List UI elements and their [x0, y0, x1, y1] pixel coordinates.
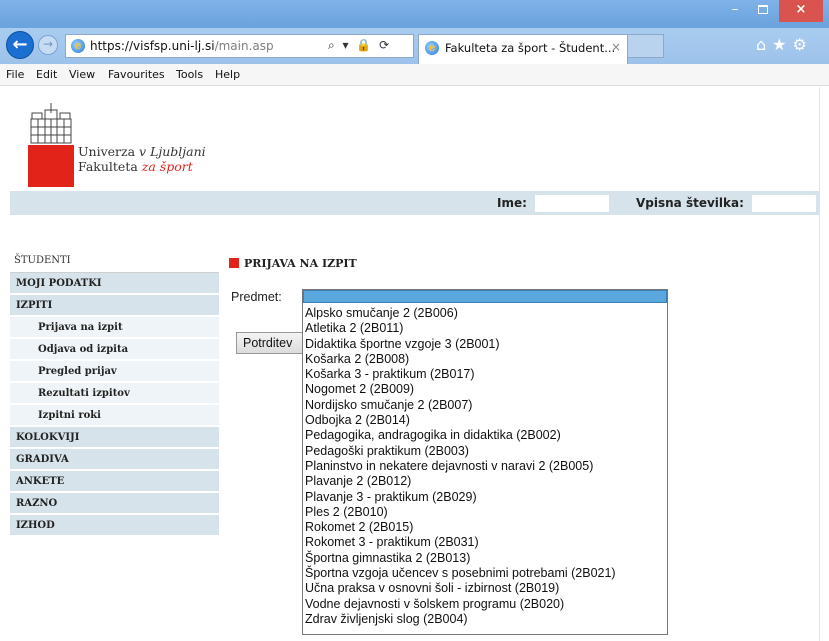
dropdown-option[interactable]: Košarka 3 - praktikum (2B017) [305, 367, 667, 382]
tab-close-icon[interactable]: × [611, 40, 621, 54]
dropdown-option[interactable]: Plavanje 3 - praktikum (2B029) [305, 490, 667, 505]
browser-navbar: ← → e https://visfsp.uni-lj.si/main.asp … [0, 28, 829, 64]
dropdown-option[interactable]: Pedagoški praktikum (2B003) [305, 444, 667, 459]
dropdown-option[interactable]: Pedagogika, andragogika in didaktika (2B… [305, 428, 667, 443]
faculty-name: Fakulteta za šport [78, 159, 193, 174]
sidebar-item-gradiva[interactable]: GRADIVA [10, 449, 219, 471]
university-name: Univerza v Ljubljani [78, 144, 206, 159]
subject-label: Predmet: [231, 290, 282, 304]
menu-file[interactable]: File [6, 68, 24, 81]
university-name-a: Univerza [78, 144, 140, 159]
page-title: PRIJAVA NA IZPIT [229, 257, 357, 270]
dropdown-option[interactable]: Rokomet 3 - praktikum (2B031) [305, 535, 667, 550]
sidebar-item-razno[interactable]: RAZNO [10, 493, 219, 515]
menu-bar: File Edit View Favourites Tools Help [0, 64, 829, 86]
dropdown-option[interactable]: Vodne dejavnosti v šolskem programu (2B0… [305, 597, 667, 612]
tab-title: Fakulteta za šport - Študent... [445, 41, 616, 55]
red-square-icon [229, 258, 239, 268]
sidebar-item-izpiti[interactable]: IZPITI [10, 295, 219, 317]
dropdown-option[interactable]: Didaktika športne vzgoje 3 (2B001) [305, 337, 667, 352]
faculty-name-b: za šport [141, 159, 193, 174]
faculty-name-a: Fakulteta [78, 159, 142, 174]
dropdown-option[interactable]: Rokomet 2 (2B015) [305, 520, 667, 535]
forward-button[interactable]: → [38, 35, 58, 55]
dropdown-option[interactable]: Alpsko smučanje 2 (2B006) [305, 306, 667, 321]
submit-button[interactable]: Potrditev [236, 332, 308, 354]
back-button[interactable]: ← [6, 31, 34, 59]
dropdown-option[interactable]: Nordijsko smučanje 2 (2B007) [305, 398, 667, 413]
page-title-text: PRIJAVA NA IZPIT [244, 257, 357, 270]
dropdown-option[interactable]: Odbojka 2 (2B014) [305, 413, 667, 428]
maximize-button[interactable] [750, 0, 776, 22]
dropdown-option[interactable]: Športna gimnastika 2 (2B013) [305, 551, 667, 566]
selected-option[interactable] [303, 290, 667, 303]
sidebar-item-ankete[interactable]: ANKETE [10, 471, 219, 493]
sidebar-item-kolokviji[interactable]: KOLOKVIJI [10, 427, 219, 449]
page-edge [819, 87, 820, 641]
sidebar-item-odjava-od-izpita[interactable]: Odjava od izpita [10, 339, 219, 361]
dropdown-option[interactable]: Športna vzgoja učencev s posebnimi potre… [305, 566, 667, 581]
minimize-icon: – [731, 2, 739, 17]
page-content: Univerza v Ljubljani Fakulteta za šport … [0, 87, 829, 641]
close-icon: × [795, 2, 807, 17]
menu-favourites[interactable]: Favourites [108, 68, 165, 81]
url-path: /main.asp [214, 39, 274, 53]
name-label: Ime: [497, 196, 527, 210]
sidebar-item-pregled-prijav[interactable]: Pregled prijav [10, 361, 219, 383]
sidebar-item-izhod[interactable]: IZHOD [10, 515, 219, 537]
dropdown-option[interactable]: Košarka 2 (2B008) [305, 352, 667, 367]
student-id-value [752, 195, 816, 212]
arrow-right-icon: → [42, 37, 54, 51]
castle-icon [30, 103, 72, 144]
close-window-button[interactable]: × [779, 0, 823, 22]
address-tools[interactable]: ⌕ ▾ 🔒 ⟳ [328, 38, 391, 53]
toolbar-icons[interactable]: ⌂★⚙ [756, 35, 813, 54]
sidebar-item-prijava-na-izpit[interactable]: Prijava na izpit [10, 317, 219, 339]
menu-view[interactable]: View [69, 68, 95, 81]
dropdown-option[interactable]: Zdrav življenjski slog (2B004) [305, 612, 667, 627]
university-logo [28, 101, 74, 187]
address-url[interactable]: https://visfsp.uni-lj.si/main.asp [90, 39, 274, 53]
arrow-left-icon: ← [12, 34, 28, 55]
university-name-b: v Ljubljani [139, 144, 206, 159]
student-id-label: Vpisna številka: [636, 196, 744, 210]
sidebar-item-moji-podatki[interactable]: MOJI PODATKI [10, 273, 219, 295]
minimize-button[interactable]: – [722, 0, 748, 22]
dropdown-option[interactable]: Atletika 2 (2B011) [305, 321, 667, 336]
subject-select-dropdown[interactable]: Alpsko smučanje 2 (2B006) Atletika 2 (2B0… [302, 289, 668, 635]
tab-favicon-icon: e [425, 41, 439, 55]
window-titlebar: – × [0, 0, 829, 28]
browser-tab[interactable]: e Fakulteta za šport - Študent... × [418, 34, 628, 64]
maximize-icon [758, 5, 768, 14]
menu-help[interactable]: Help [215, 68, 240, 81]
menu-edit[interactable]: Edit [36, 68, 57, 81]
dropdown-option[interactable]: Planinstvo in nekatere dejavnosti v nara… [305, 459, 667, 474]
dropdown-option[interactable]: Nogomet 2 (2B009) [305, 382, 667, 397]
dropdown-option[interactable]: Plavanje 2 (2B012) [305, 474, 667, 489]
sidebar-header: ŠTUDENTI [10, 249, 219, 273]
address-bar[interactable]: e https://visfsp.uni-lj.si/main.asp ⌕ ▾ … [65, 34, 414, 58]
url-host: https://visfsp.uni-lj.si [90, 39, 215, 53]
sidebar-item-izpitni-roki[interactable]: Izpitni roki [10, 405, 219, 427]
logo-red-block [28, 145, 74, 187]
name-value [535, 195, 609, 212]
dropdown-option[interactable]: Učna praksa v osnovni šoli - izbirnost (… [305, 581, 667, 596]
dropdown-option[interactable]: Ples 2 (2B010) [305, 505, 667, 520]
student-info-bar: Ime: Vpisna številka: [10, 191, 819, 215]
options-list: Alpsko smučanje 2 (2B006) Atletika 2 (2B0… [305, 306, 667, 627]
ie-icon: e [71, 39, 85, 53]
sidebar: ŠTUDENTI MOJI PODATKI IZPITI Prijava na … [10, 249, 219, 537]
menu-tools[interactable]: Tools [176, 68, 203, 81]
sidebar-item-rezultati-izpitov[interactable]: Rezultati izpitov [10, 383, 219, 405]
new-tab-button[interactable] [628, 34, 664, 58]
